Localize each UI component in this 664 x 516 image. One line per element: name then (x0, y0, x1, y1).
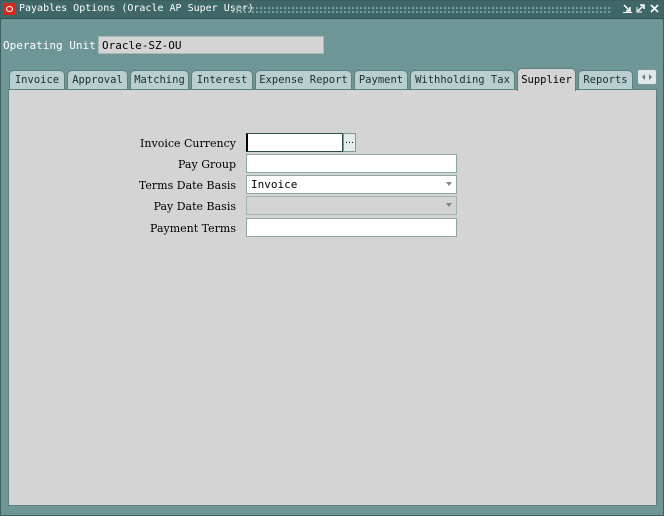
tab-interest[interactable]: Interest (191, 70, 253, 89)
tab-supplier[interactable]: Supplier (517, 68, 576, 91)
invoice-currency-field[interactable] (246, 133, 343, 152)
ellipsis-icon[interactable]: … (343, 133, 356, 152)
payables-options-window: Payables Options (Oracle AP Super User) … (0, 0, 664, 516)
window-title: Payables Options (Oracle AP Super User) (19, 3, 254, 14)
operating-unit-label: Operating Unit (3, 39, 96, 52)
title-bar[interactable]: Payables Options (Oracle AP Super User) (1, 1, 663, 19)
tab-withholding-tax[interactable]: Withholding Tax (410, 70, 515, 89)
title-bar-pattern (231, 6, 611, 14)
payment-terms-field[interactable] (246, 218, 457, 237)
tab-expense-report[interactable]: Expense Report (255, 70, 352, 89)
pay-date-basis-select[interactable] (246, 196, 457, 215)
tab-scroll-arrows-icon[interactable] (637, 69, 657, 85)
restore-icon[interactable] (634, 2, 647, 16)
tab-strip: Invoice Approval Matching Interest Expen… (9, 68, 661, 91)
dropdown-arrow-icon (446, 182, 452, 186)
pay-group-label: Pay Group (178, 158, 236, 171)
dropdown-arrow-icon (446, 203, 452, 207)
payment-terms-label: Payment Terms (150, 222, 236, 235)
pay-date-basis-label: Pay Date Basis (153, 200, 236, 213)
tab-invoice[interactable]: Invoice (9, 70, 65, 89)
supplier-tab-panel: Invoice Currency … Pay Group Terms Date … (8, 89, 657, 506)
operating-unit-field[interactable]: Oracle-SZ-OU (98, 36, 324, 54)
terms-date-basis-label: Terms Date Basis (138, 179, 236, 192)
terms-date-basis-value: Invoice (251, 178, 298, 191)
minimize-icon[interactable] (621, 2, 634, 16)
invoice-currency-label: Invoice Currency (140, 137, 236, 150)
tab-matching[interactable]: Matching (130, 70, 189, 89)
tab-approval[interactable]: Approval (67, 70, 128, 89)
close-icon[interactable] (648, 2, 661, 16)
tab-payment[interactable]: Payment (354, 70, 408, 89)
pay-group-field[interactable] (246, 154, 457, 173)
oracle-logo-icon (3, 3, 16, 15)
terms-date-basis-select[interactable]: Invoice (246, 175, 457, 194)
tab-reports[interactable]: Reports (578, 70, 633, 89)
